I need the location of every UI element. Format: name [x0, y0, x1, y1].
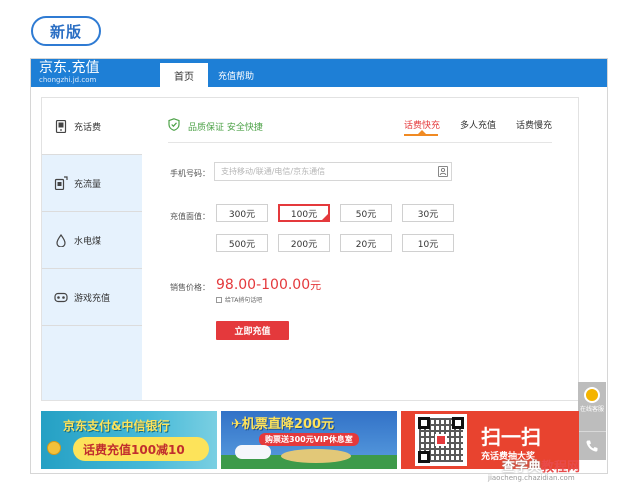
denomination-label: 充值面值： [170, 212, 210, 221]
qr-finder [418, 451, 430, 463]
tab-fast-recharge[interactable]: 话费快充 [404, 118, 440, 136]
tab-multi-recharge[interactable]: 多人充值 [460, 118, 496, 131]
quality-text: 品质保证 安全快捷 [188, 122, 263, 133]
phone-label: 手机号码： [170, 169, 210, 178]
banner-island [281, 449, 351, 463]
selected-corner-mark [321, 213, 329, 221]
banner-title: ✈机票直降200元 [231, 417, 335, 432]
recharge-now-button[interactable]: 立即充值 [216, 321, 289, 340]
checkbox-label: 给TA捎句话吧 [225, 297, 263, 304]
phone-number-input[interactable]: 支持移动/联通/电信/京东通信 [214, 162, 452, 181]
sidebar-item-utilities[interactable]: 水电煤 [42, 212, 142, 269]
online-service-button[interactable]: 在线客服 [578, 382, 606, 430]
denomination-option[interactable]: 200元 [278, 234, 330, 252]
denomination-option-selected[interactable]: 100元 [278, 204, 330, 222]
data-icon [54, 176, 68, 190]
logo-subtitle: chongzhi.jd.com [39, 76, 97, 84]
denomination-option[interactable]: 30元 [402, 204, 454, 222]
denomination-option[interactable]: 500元 [216, 234, 268, 252]
denomination-value: 100元 [290, 209, 318, 220]
watermark-part: 教程网 [541, 460, 581, 475]
coin-icon [47, 441, 61, 455]
qr-logo [435, 434, 447, 446]
denomination-option[interactable]: 50元 [340, 204, 392, 222]
phone-call-icon[interactable] [585, 438, 599, 452]
quality-guarantee: 品质保证 安全快捷 [168, 118, 263, 134]
denomination-option[interactable]: 300元 [216, 204, 268, 222]
banner-title: 扫一扫 [481, 425, 541, 449]
denomination-option[interactable]: 20元 [340, 234, 392, 252]
banner-offer: 购票送300元VIP休息室 [259, 433, 359, 446]
nav-tab-help[interactable]: 充值帮助 [218, 63, 254, 87]
phone-icon [54, 119, 68, 133]
airplane-icon [235, 445, 271, 459]
qr-finder [452, 417, 464, 429]
promo-banner-flight[interactable]: ✈机票直降200元 购票送300元VIP休息室 [221, 411, 397, 469]
tab-indicator [404, 134, 438, 136]
sidebar-item-data[interactable]: 充流量 [42, 155, 142, 212]
watermark-part: 查字典 [502, 460, 542, 475]
banner-offer-pill: 话费充值100减10 [73, 437, 209, 461]
sidebar-item-label: 水电煤 [74, 236, 102, 247]
watermark-url: jiaocheng.chazidian.com [488, 474, 575, 482]
site-frame: 京东.充值 chongzhi.jd.com 首页 充值帮助 充话费 充流量 水电… [30, 58, 608, 474]
float-service-widget: 在线客服 [578, 382, 606, 460]
message-checkbox-row[interactable]: 给TA捎句话吧 [216, 295, 262, 304]
watermark: 查字典教程网 [502, 456, 580, 475]
qr-finder [418, 417, 430, 429]
sidebar-item-label: 游戏充值 [74, 293, 111, 304]
sidebar-item-label: 充话费 [74, 122, 102, 133]
tab-slow-recharge[interactable]: 话费慢充 [516, 118, 552, 131]
price-unit: 元 [310, 279, 322, 292]
chat-icon [584, 387, 600, 403]
online-service-label: 在线客服 [579, 406, 604, 413]
recharge-panel: 充话费 充流量 水电煤 游戏充值 品质保证 安全快捷 话费快充 多人充值 话费慢… [41, 97, 606, 460]
shield-check-icon [168, 118, 180, 134]
top-nav-bar: 京东.充值 chongzhi.jd.com 首页 充值帮助 [31, 59, 607, 87]
widget-divider [578, 431, 606, 432]
water-drop-icon [54, 233, 68, 247]
tab-label: 多人充值 [460, 121, 497, 131]
site-logo[interactable]: 京东.充值 chongzhi.jd.com [39, 60, 100, 85]
banner-title: 京东支付&中信银行 [63, 419, 170, 433]
price-amount: 98.00-100.00 [216, 277, 311, 293]
sidebar-item-label: 充流量 [74, 179, 102, 190]
promo-banner-bank[interactable]: 京东支付&中信银行 话费充值100减10 [41, 411, 217, 469]
contact-book-icon[interactable] [438, 166, 448, 177]
gamepad-icon [54, 290, 68, 304]
message-checkbox[interactable] [216, 296, 222, 303]
price-value: 98.00-100.00元 [216, 277, 321, 293]
category-sidebar: 充话费 充流量 水电煤 游戏充值 [42, 98, 142, 400]
logo-title: 京东.充值 [39, 60, 100, 76]
sidebar-item-phone-bill[interactable]: 充话费 [42, 98, 142, 155]
page: 新版 京东.充值 chongzhi.jd.com 首页 充值帮助 充话费 充流量… [0, 0, 626, 487]
tab-label: 话费慢充 [516, 121, 553, 131]
banner-offer: 话费充值100减10 [83, 443, 185, 457]
denomination-option[interactable]: 10元 [402, 234, 454, 252]
version-badge: 新版 [31, 16, 101, 46]
qr-code-icon [415, 414, 467, 466]
sidebar-item-game[interactable]: 游戏充值 [42, 269, 142, 326]
price-label: 销售价格： [170, 283, 210, 292]
tabs-divider [168, 142, 552, 143]
nav-tab-home[interactable]: 首页 [160, 63, 208, 87]
